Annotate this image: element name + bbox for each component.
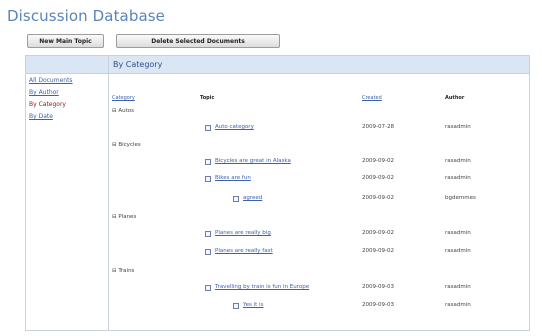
category-label: Planes (118, 214, 137, 220)
topic-link[interactable]: Bicycles are great in Alaska (215, 158, 291, 164)
row-select-checkbox[interactable] (205, 231, 211, 237)
category-label: Autos (118, 108, 134, 114)
topic-link[interactable]: Planes are really fast (215, 248, 273, 254)
created-date: 2009-09-02 (362, 175, 394, 181)
column-header-topic: Topic (200, 95, 215, 101)
sidebar-header (26, 56, 108, 74)
created-date: 2009-09-02 (362, 248, 394, 254)
created-date: 2009-09-03 (362, 284, 394, 290)
table-row: Planes are really fast 2009-09-02 rasadm… (109, 248, 529, 257)
row-select-checkbox[interactable] (205, 249, 211, 255)
table-row: Auto category 2009-07-28 rasadmin (109, 124, 529, 133)
topic-link[interactable]: Travelling by train is fun in Europe (215, 284, 309, 290)
created-date: 2009-09-02 (362, 195, 394, 201)
row-select-checkbox[interactable] (205, 125, 211, 131)
topic-link[interactable]: Planes are really big (215, 230, 271, 236)
created-date: 2009-09-03 (362, 302, 394, 308)
sidebar-item-by-date[interactable]: By Date (29, 113, 53, 120)
topic-link[interactable]: agreed (243, 195, 262, 201)
app-title: Discussion Database (7, 7, 166, 25)
author-name: rasadmin (445, 230, 471, 236)
topic-link[interactable]: Bikes are fun (215, 175, 251, 181)
row-select-checkbox[interactable] (205, 159, 211, 165)
row-select-checkbox[interactable] (233, 303, 239, 309)
topic-link[interactable]: Yes it is (243, 302, 263, 308)
author-name: rasadmin (445, 302, 471, 308)
author-name: rasadmin (445, 124, 471, 130)
category-label: Trains (118, 268, 135, 274)
column-header-created[interactable]: Created (362, 95, 382, 101)
created-date: 2009-09-02 (362, 158, 394, 164)
sidebar-item-by-author[interactable]: By Author (29, 89, 59, 96)
category-row-trains[interactable]: ⊟ Trains (112, 268, 134, 274)
table-row: Bikes are fun 2009-09-02 rasadmin (109, 175, 529, 184)
delete-selected-documents-button[interactable]: Delete Selected Documents (116, 34, 280, 48)
author-name: rasadmin (445, 284, 471, 290)
column-header-author: Author (445, 95, 465, 101)
table-row: Planes are really big 2009-09-02 rasadmi… (109, 230, 529, 239)
author-name: rasadmin (445, 175, 471, 181)
content-frame: All Documents By Author By Category By D… (25, 55, 530, 331)
topic-link[interactable]: Auto category (215, 124, 254, 130)
category-row-planes[interactable]: ⊟ Planes (112, 214, 136, 220)
view-title: By Category (109, 56, 529, 74)
category-row-autos[interactable]: ⊟ Autos (112, 108, 134, 114)
row-select-checkbox[interactable] (233, 196, 239, 202)
author-name: bgdemmes (445, 195, 476, 201)
table-row: agreed 2009-09-02 bgdemmes (109, 195, 529, 204)
column-header-category[interactable]: Category (112, 95, 135, 101)
table-row: Travelling by train is fun in Europe 200… (109, 284, 529, 293)
author-name: rasadmin (445, 248, 471, 254)
created-date: 2009-07-28 (362, 124, 394, 130)
table-row: Bicycles are great in Alaska 2009-09-02 … (109, 158, 529, 167)
sidebar-item-all-documents[interactable]: All Documents (29, 77, 73, 84)
new-main-topic-button[interactable]: New Main Topic (27, 34, 104, 48)
table-row: Yes it is 2009-09-03 rasadmin (109, 302, 529, 311)
row-select-checkbox[interactable] (205, 176, 211, 182)
category-label: Bicycles (118, 142, 141, 148)
row-select-checkbox[interactable] (205, 285, 211, 291)
sidebar-item-by-category[interactable]: By Category (29, 101, 66, 108)
created-date: 2009-09-02 (362, 230, 394, 236)
sidebar: All Documents By Author By Category By D… (26, 56, 109, 330)
category-row-bicycles[interactable]: ⊟ Bicycles (112, 142, 141, 148)
author-name: rasadmin (445, 158, 471, 164)
